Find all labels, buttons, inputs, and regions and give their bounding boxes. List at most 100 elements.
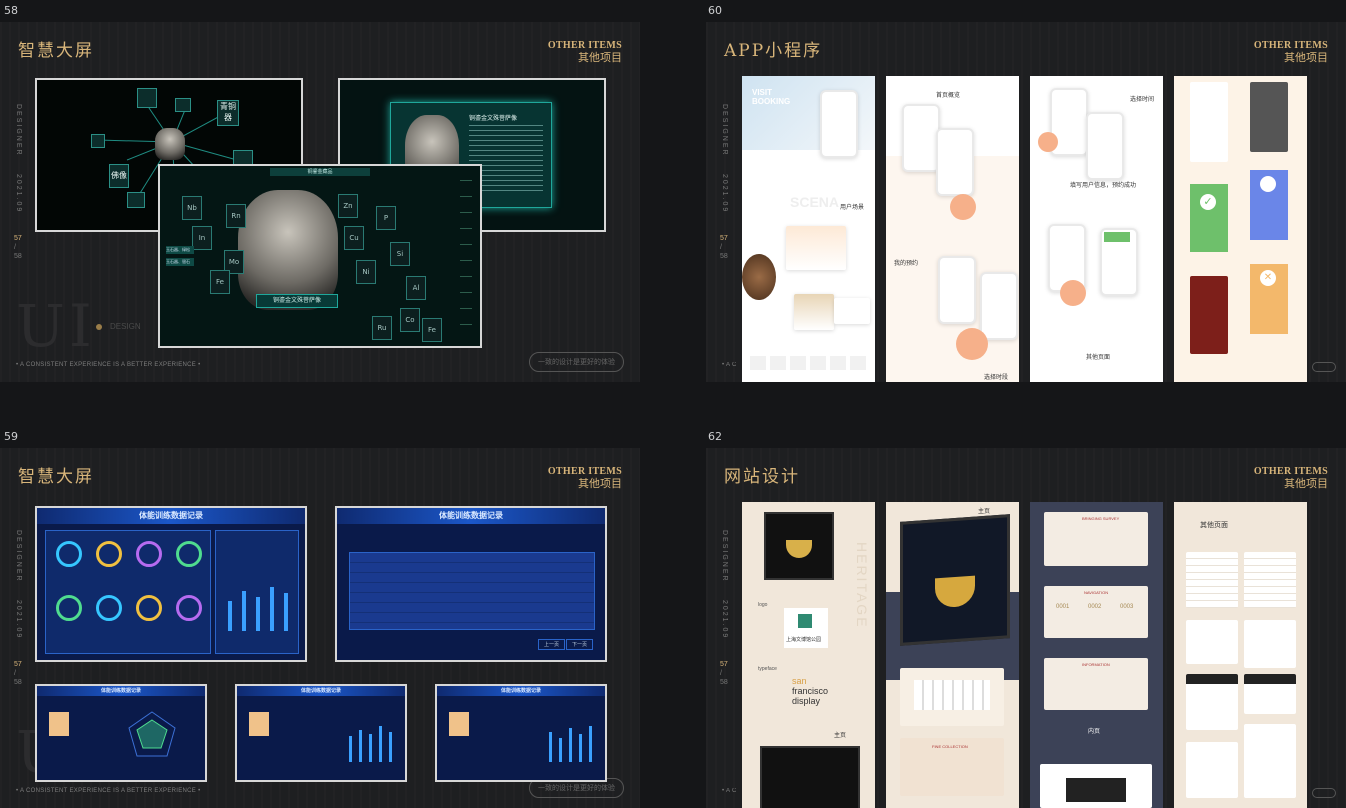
typeface-word: san — [792, 676, 807, 686]
screen-info — [1250, 170, 1288, 240]
element-tile[interactable]: Ni — [356, 260, 376, 284]
graph-node[interactable] — [91, 134, 105, 148]
slogan-pill[interactable]: 一致的设计是更好的体验 — [529, 352, 624, 372]
side-year: 2021.09 — [15, 174, 22, 214]
other-items-en: OTHER ITEMS — [547, 40, 622, 51]
avatar — [449, 712, 469, 736]
dashboard-title: 体能训练数据记录 — [37, 508, 305, 524]
slide-title: 网站设计 — [724, 467, 800, 487]
element-analysis-screen[interactable]: 铜鎏金藏品 铜鎏金文殊菩萨像 Zn Rn Cu P Nb Ni Si Mo Fe… — [158, 164, 482, 348]
page-thumb — [1244, 620, 1296, 668]
slide-smart-screen-1[interactable]: 智慧大屏 OTHER ITEMS 其他项目 DESIGNER 2021.09 5… — [0, 22, 640, 382]
bar — [349, 736, 352, 762]
side-year: 2021.09 — [721, 600, 728, 640]
other-items: OTHER ITEMS 其他项目 — [1254, 40, 1328, 64]
slogan-pill[interactable] — [1312, 362, 1336, 372]
ring-chart — [96, 541, 122, 567]
web-home-column[interactable]: 主页 FINE COLLECTION — [886, 502, 1019, 808]
next-page-button[interactable]: 下一页 — [565, 639, 593, 650]
small-title: 体能训练数据记录 — [237, 686, 405, 696]
graph-label-bronze[interactable]: 青铜器 — [217, 100, 239, 126]
side-page: 57 / 58 — [14, 234, 22, 261]
number-label: 0001 — [1056, 604, 1070, 610]
ui-watermark: UI — [16, 292, 96, 360]
element-tile[interactable]: Nb — [182, 196, 202, 220]
prev-page-button[interactable]: 上一页 — [537, 639, 565, 650]
graph-center-statue[interactable] — [155, 128, 185, 160]
ring-panel — [45, 530, 211, 654]
side-designer: DESIGNER — [15, 530, 22, 583]
web-brand-column[interactable]: logo 上海文博馆公园 typeface san francisco disp… — [742, 502, 875, 808]
ring-chart — [136, 541, 162, 567]
side-tag[interactable]: 玉石器、绿松 — [166, 246, 194, 254]
inner-page: NAVIGATION 0001 0002 0003 — [1044, 586, 1148, 638]
element-tile[interactable]: Co — [400, 308, 420, 332]
graph-node[interactable] — [127, 192, 145, 208]
element-tile[interactable]: Fe — [210, 270, 230, 294]
element-tile[interactable]: Cu — [344, 226, 364, 250]
fitness-dashboard-radar[interactable]: 体能训练数据记录 — [35, 684, 207, 782]
screen-list — [1190, 82, 1228, 162]
other-items-zh: 其他项目 — [578, 52, 622, 64]
fitness-dashboard-bars-2[interactable]: 体能训练数据记录 — [435, 684, 607, 782]
design-label: DESIGN — [96, 322, 141, 331]
slide-number: 59 — [4, 430, 18, 443]
page-total: 58 — [720, 253, 728, 260]
app-status-column[interactable]: ✓ ✕ — [1174, 76, 1307, 382]
avatar — [249, 712, 269, 736]
graph-node[interactable] — [175, 98, 191, 112]
side-designer: DESIGNER — [15, 104, 22, 157]
footer-slogan: • A CONSISTENT EXPERIENCE IS A BETTER EX… — [722, 362, 736, 368]
app-flow-column[interactable]: 选择时间 填写用户信息，预约成功 其他页面 — [1030, 76, 1163, 382]
slide-smart-screen-2[interactable]: 智慧大屏 OTHER ITEMS 其他项目 DESIGNER 2021.09 5… — [0, 448, 640, 808]
fitness-dashboard-overview[interactable]: 体能训练数据记录 — [35, 506, 307, 662]
bar — [389, 732, 392, 762]
element-tile[interactable]: Ru — [372, 316, 392, 340]
app-booking-column[interactable]: VISIT BOOKING SCENA 用户场景 — [742, 76, 875, 382]
app-home-column[interactable]: 首页概览 我的预约 选择时段 — [886, 76, 1019, 382]
web-inner-column[interactable]: BRINGING SURVEY NAVIGATION 0001 0002 000… — [1030, 502, 1163, 808]
bar — [569, 728, 572, 762]
side-designer: DESIGNER — [721, 104, 728, 157]
graph-node[interactable] — [137, 88, 157, 108]
phone-mockup — [902, 104, 940, 172]
page-sep: / — [720, 670, 722, 677]
element-tile[interactable]: Si — [390, 242, 410, 266]
slide-app-miniprogram[interactable]: APP小程序 OTHER ITEMS 其他项目 DESIGNER 2021.09… — [706, 22, 1346, 382]
booking-flow: 填写用户信息，预约成功 — [1070, 183, 1137, 189]
page-thumb — [1244, 552, 1296, 608]
check-icon: ✓ — [1200, 194, 1216, 210]
web-other-pages-column[interactable]: 其他页面 — [1174, 502, 1307, 808]
bar — [242, 591, 246, 631]
element-tile[interactable]: Rn — [226, 204, 246, 228]
side-page: 57 / 58 — [720, 234, 728, 261]
element-tile[interactable]: Fe — [422, 318, 442, 342]
ring-chart — [176, 595, 202, 621]
element-tile[interactable]: Zn — [338, 194, 358, 218]
bar-panel — [215, 530, 299, 654]
bar — [369, 734, 372, 762]
side-page: 57 / 58 — [14, 660, 22, 687]
page-thumb — [1244, 674, 1296, 714]
card-strip — [914, 680, 990, 710]
graph-label-buddha[interactable]: 佛像 — [109, 164, 129, 188]
user-scene: 用户场景 — [840, 205, 865, 211]
side-designer: DESIGNER — [721, 530, 728, 583]
slogan-pill[interactable] — [1312, 788, 1336, 798]
side-tag[interactable]: 玉石器、银石 — [166, 258, 194, 266]
fitness-dashboard-bars[interactable]: 体能训练数据记录 — [235, 684, 407, 782]
page-current: 57 — [14, 661, 22, 668]
element-tile[interactable]: In — [192, 226, 212, 250]
my-booking: 我的预约 — [894, 261, 919, 267]
typeface-word: display — [792, 696, 821, 706]
slide-web-design[interactable]: 网站设计 OTHER ITEMS 其他项目 DESIGNER 2021.09 5… — [706, 448, 1346, 808]
fitness-dashboard-table[interactable]: 体能训练数据记录 上一页 下一页 — [335, 506, 607, 662]
slide-number: 58 — [4, 4, 18, 17]
screen-dark — [1250, 82, 1288, 152]
close-icon: ✕ — [1260, 270, 1276, 286]
element-tile[interactable]: P — [376, 206, 396, 230]
bar-chart — [222, 581, 292, 631]
phone-mockup — [938, 256, 976, 324]
element-tile[interactable]: Al — [406, 276, 426, 300]
bar — [589, 726, 592, 762]
